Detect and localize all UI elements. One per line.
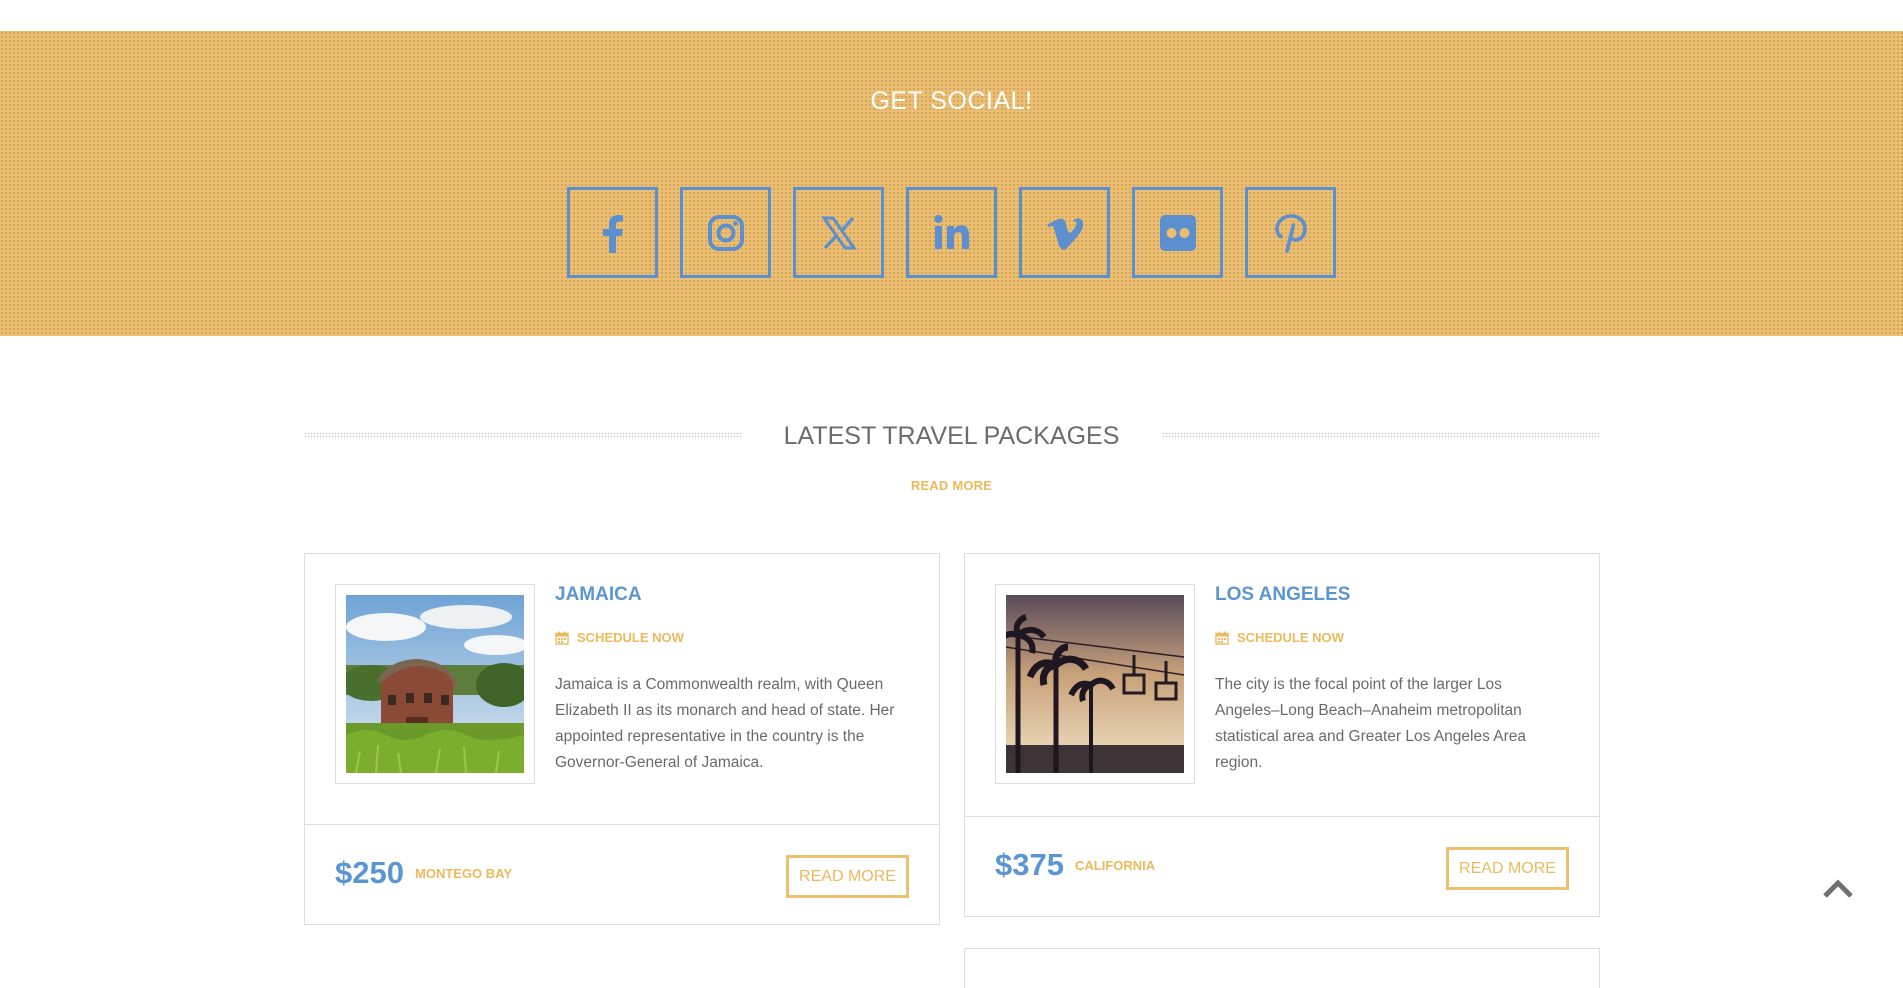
calendar-icon (1215, 631, 1229, 645)
package-card-jamaica: JAMAICA SCHEDULE NOW Jamaica is a Common… (304, 553, 940, 925)
schedule-now-label: SCHEDULE NOW (577, 630, 684, 645)
package-image[interactable] (346, 595, 524, 773)
package-price: $250 (335, 855, 404, 890)
package-location: MONTEGO BAY (415, 866, 513, 881)
package-location: CALIFORNIA (1075, 858, 1156, 873)
chevron-up-icon (1823, 879, 1853, 898)
x-twitter-button[interactable] (793, 187, 884, 278)
package-card-los-angeles: LOS ANGELES SCHEDULE NOW The city is the… (964, 553, 1600, 917)
package-read-more-button[interactable]: READ MORE (1446, 847, 1569, 890)
schedule-now-link[interactable]: SCHEDULE NOW (555, 630, 684, 645)
section-read-more-link[interactable]: READ MORE (0, 478, 1903, 493)
back-to-top-button[interactable] (1822, 876, 1854, 900)
section-title: LATEST TRAVEL PACKAGES (783, 422, 1120, 450)
package-title[interactable]: JAMAICA (555, 584, 642, 606)
pinterest-button[interactable] (1245, 187, 1336, 278)
package-thumbnail-frame (335, 584, 535, 784)
facebook-button[interactable] (567, 187, 658, 278)
package-image[interactable] (1006, 595, 1184, 773)
calendar-icon (555, 631, 569, 645)
package-footer: $250 MONTEGO BAY READ MORE (305, 824, 939, 925)
package-price: $375 (995, 847, 1064, 882)
x-twitter-icon (820, 216, 857, 249)
vimeo-icon (1046, 217, 1083, 250)
schedule-now-link[interactable]: SCHEDULE NOW (1215, 630, 1344, 645)
package-card-next (964, 948, 1600, 988)
barn-photo (346, 595, 524, 773)
linkedin-button[interactable] (906, 187, 997, 278)
facebook-icon (602, 214, 623, 253)
social-title: GET SOCIAL! (870, 87, 1033, 115)
social-icons (0, 187, 1903, 278)
palm-trees-chairlift-photo (1006, 595, 1184, 773)
package-title[interactable]: LOS ANGELES (1215, 584, 1350, 606)
schedule-now-label: SCHEDULE NOW (1237, 630, 1344, 645)
pinterest-icon (1274, 213, 1307, 253)
package-read-more-button[interactable]: READ MORE (786, 855, 909, 898)
package-description: The city is the focal point of the large… (1215, 676, 1527, 771)
linkedin-icon (934, 214, 969, 249)
vimeo-button[interactable] (1019, 187, 1110, 278)
package-thumbnail-frame (995, 584, 1195, 784)
instagram-icon (707, 214, 744, 251)
social-section: GET SOCIAL! (0, 31, 1903, 336)
package-footer: $375 CALIFORNIA READ MORE (965, 816, 1599, 917)
package-description: Jamaica is a Commonwealth realm, with Qu… (555, 676, 895, 771)
flickr-icon (1159, 214, 1196, 251)
flickr-button[interactable] (1132, 187, 1223, 278)
instagram-button[interactable] (680, 187, 771, 278)
